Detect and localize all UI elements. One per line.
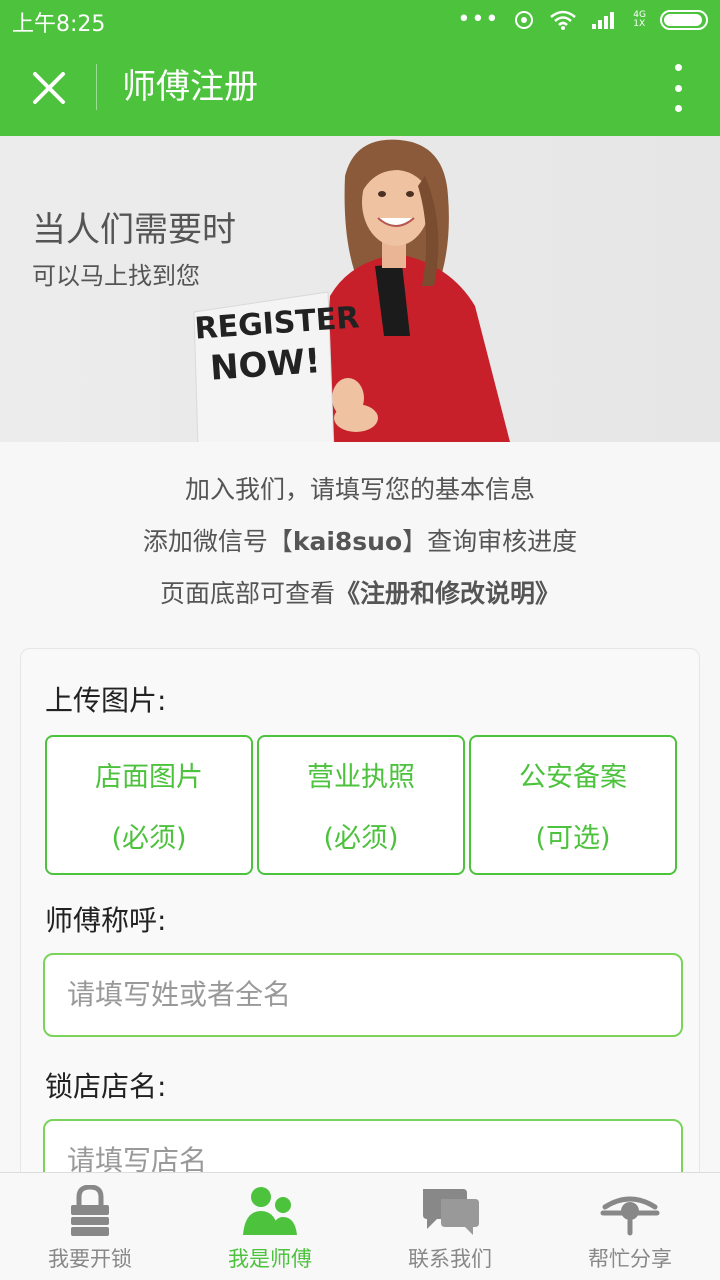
wechat-id: kai8suo xyxy=(292,527,403,556)
network-type: 4G 1X xyxy=(633,11,646,29)
more-dots-icon: ••• xyxy=(457,7,500,32)
intro-line-2-prefix: 添加微信号【 xyxy=(142,527,293,556)
tab-i-am-master[interactable]: 我是师傅 xyxy=(180,1173,360,1280)
battery-fill xyxy=(664,14,702,26)
instructions-link[interactable]: 《注册和修改说明》 xyxy=(335,579,560,608)
intro-line-2-suffix: 】查询审核进度 xyxy=(402,527,578,556)
upload-storefront-button[interactable]: 店面图片 (必须) xyxy=(45,735,253,875)
tab-unlock[interactable]: 我要开锁 xyxy=(0,1173,180,1280)
more-vertical-icon xyxy=(674,64,682,71)
bottom-tab-bar: 我要开锁 我是师傅 联系我们 帮忙分享 xyxy=(0,1172,720,1280)
chat-icon xyxy=(423,1189,479,1235)
upload-license-note: (必须) xyxy=(323,823,399,854)
upload-label: 上传图片: xyxy=(45,684,167,717)
upload-row: 店面图片 (必须) 营业执照 (必须) 公安备案 (可选) xyxy=(45,735,677,875)
wifi-icon xyxy=(550,10,577,30)
status-icons: ••• 4G 1X xyxy=(457,8,708,32)
upload-police-record-label: 公安备案 xyxy=(519,762,627,793)
tab-i-am-master-label: 我是师傅 xyxy=(228,1247,312,1271)
intro-line-3: 页面底部可查看《注册和修改说明》 xyxy=(0,572,720,624)
tab-share[interactable]: 帮忙分享 xyxy=(540,1173,720,1280)
page-title: 师傅注册 xyxy=(122,67,258,107)
banner: 当人们需要时 可以马上找到您 REGISTER NOW! xyxy=(0,136,720,442)
lock-icon xyxy=(71,1185,109,1236)
name-label: 师傅称呼: xyxy=(45,904,167,937)
upload-license-label: 营业执照 xyxy=(307,762,415,793)
status-time: 上午8:25 xyxy=(12,12,106,37)
upload-storefront-label: 店面图片 xyxy=(95,762,203,793)
tab-contact-us-label: 联系我们 xyxy=(408,1247,492,1271)
status-bar: 上午8:25 ••• 4G 1X xyxy=(0,0,720,40)
more-button[interactable] xyxy=(666,64,690,112)
intro-line-1-text: 加入我们，请填写您的基本信息 xyxy=(184,475,535,504)
signal-icon xyxy=(592,12,615,29)
share-icon xyxy=(600,1196,660,1236)
upload-license-button[interactable]: 营业执照 (必须) xyxy=(257,735,465,875)
tab-contact-us[interactable]: 联系我们 xyxy=(360,1173,540,1280)
close-icon xyxy=(33,72,65,104)
intro-line-3-prefix: 页面底部可查看 xyxy=(159,579,335,608)
name-input[interactable]: 请填写姓或者全名 xyxy=(43,953,683,1037)
upload-storefront-note: (必须) xyxy=(111,823,187,854)
shop-name-label: 锁店店名: xyxy=(45,1070,167,1103)
upload-police-record-button[interactable]: 公安备案 (可选) xyxy=(469,735,677,875)
upload-police-record-note: (可选) xyxy=(535,823,611,854)
tab-unlock-label: 我要开锁 xyxy=(48,1247,132,1271)
close-button[interactable] xyxy=(24,62,74,114)
battery-icon xyxy=(660,10,708,30)
title-divider xyxy=(96,64,97,110)
tab-share-label: 帮忙分享 xyxy=(588,1247,672,1271)
intro-line-1: 加入我们，请填写您的基本信息 xyxy=(0,468,720,520)
register-sign-text: REGISTER NOW! xyxy=(193,300,360,390)
intro-line-2: 添加微信号【kai8suo】查询审核进度 xyxy=(0,520,720,572)
hotspot-icon xyxy=(515,11,534,29)
title-bar: 师傅注册 xyxy=(0,40,720,136)
intro-text: 加入我们，请填写您的基本信息 添加微信号【kai8suo】查询审核进度 页面底部… xyxy=(0,468,720,624)
users-icon xyxy=(243,1187,297,1235)
network-type-1x: 1X xyxy=(633,19,646,29)
